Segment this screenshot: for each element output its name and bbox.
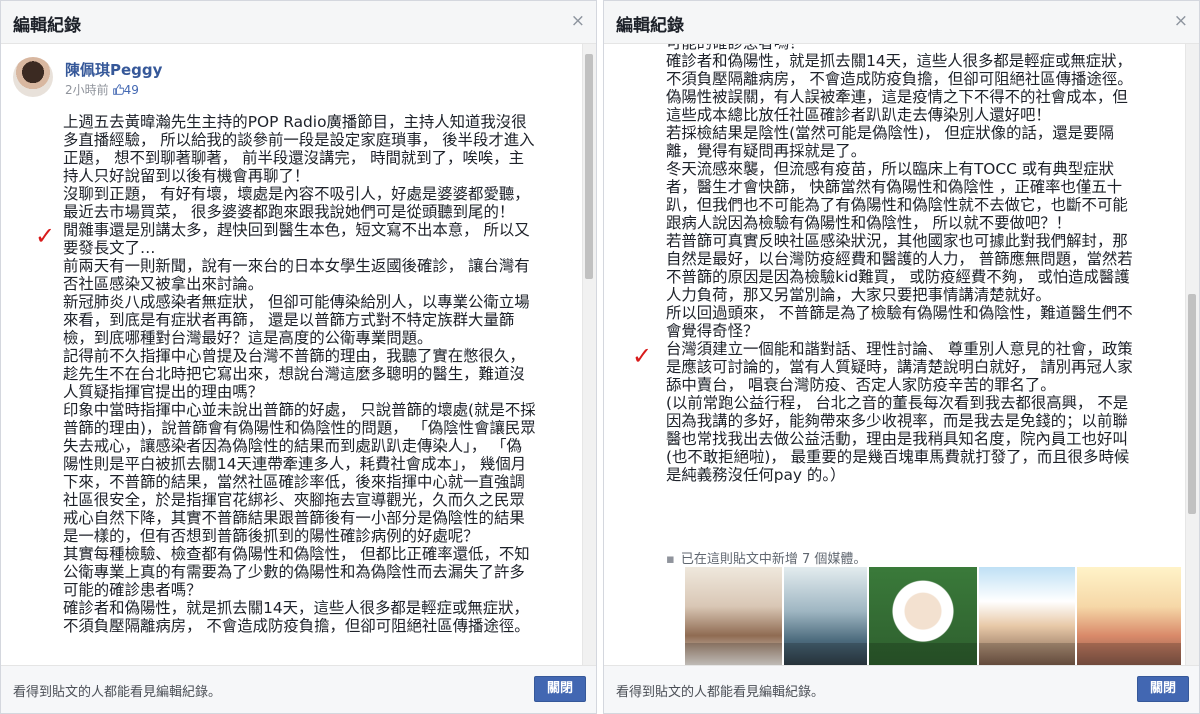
edit-history-dialog-left: 編輯紀錄 × 陳佩琪Peggy 2小時前 49 上週五去黃暐瀚先生主持的POP R… <box>0 0 597 714</box>
dialog-body[interactable]: 可能的確診患者嗎？ 確診者和偽陽性，就是抓去關14天，這些人很多都是輕症或無症狀… <box>604 44 1199 665</box>
post-text: 上週五去黃暐瀚先生主持的POP Radio廣播節目，主持人知道我沒很 多直播經驗… <box>63 113 536 635</box>
close-icon[interactable]: × <box>1174 11 1188 31</box>
avatar[interactable] <box>13 57 53 97</box>
photo-thumbnail[interactable] <box>869 567 977 665</box>
dialog-title: 編輯紀錄 <box>616 16 684 36</box>
footer-note: 看得到貼文的人都能看見編輯紀錄。 <box>616 685 825 700</box>
dialog-footer: 看得到貼文的人都能看見編輯紀錄。 關閉 <box>1 665 596 713</box>
dialog-body[interactable]: 陳佩琪Peggy 2小時前 49 上週五去黃暐瀚先生主持的POP Radio廣播節… <box>1 44 596 665</box>
thumbs-up-icon <box>112 84 124 95</box>
media-added-note: ▪ 已在這則貼文中新增 7 個媒體。 <box>666 548 866 567</box>
likes-count: 49 <box>123 83 139 97</box>
dialog-header: 編輯紀錄 × <box>1 1 596 44</box>
edit-history-dialog-right: 編輯紀錄 × 可能的確診患者嗎？ 確診者和偽陽性，就是抓去關14天，這些人很多都… <box>603 0 1200 714</box>
scrollbar-thumb[interactable] <box>1188 294 1196 514</box>
author-name[interactable]: 陳佩琪Peggy <box>65 59 162 80</box>
red-check-mark: ✓ <box>632 342 653 370</box>
close-button[interactable]: 關閉 <box>1137 676 1189 702</box>
likes[interactable]: 49 <box>112 83 139 97</box>
dialog-footer: 看得到貼文的人都能看見編輯紀錄。 關閉 <box>604 665 1199 713</box>
dialog-header: 編輯紀錄 × <box>604 1 1199 44</box>
media-note-text[interactable]: 已在這則貼文中新增 7 個媒體。 <box>681 552 867 567</box>
photo-thumbnail[interactable] <box>685 567 782 665</box>
bullet-icon: ▪ <box>666 552 675 567</box>
dialog-title: 編輯紀錄 <box>13 16 81 36</box>
photo-thumbnail[interactable] <box>1077 567 1181 665</box>
post-time[interactable]: 2小時前 <box>65 83 109 97</box>
photo-thumbnail[interactable] <box>784 567 867 665</box>
close-icon[interactable]: × <box>571 11 585 31</box>
post-meta: 2小時前 49 <box>65 81 139 98</box>
scrollbar[interactable] <box>582 44 596 665</box>
footer-note: 看得到貼文的人都能看見編輯紀錄。 <box>13 685 222 700</box>
scrollbar[interactable] <box>1185 44 1199 665</box>
red-check-mark: ✓ <box>35 222 56 250</box>
close-button[interactable]: 關閉 <box>534 676 586 702</box>
scrollbar-thumb[interactable] <box>585 54 593 279</box>
post-text: 可能的確診患者嗎？ 確診者和偽陽性，就是抓去關14天，這些人很多都是輕症或無症狀… <box>666 44 1133 484</box>
photo-thumbnail[interactable] <box>979 567 1075 665</box>
